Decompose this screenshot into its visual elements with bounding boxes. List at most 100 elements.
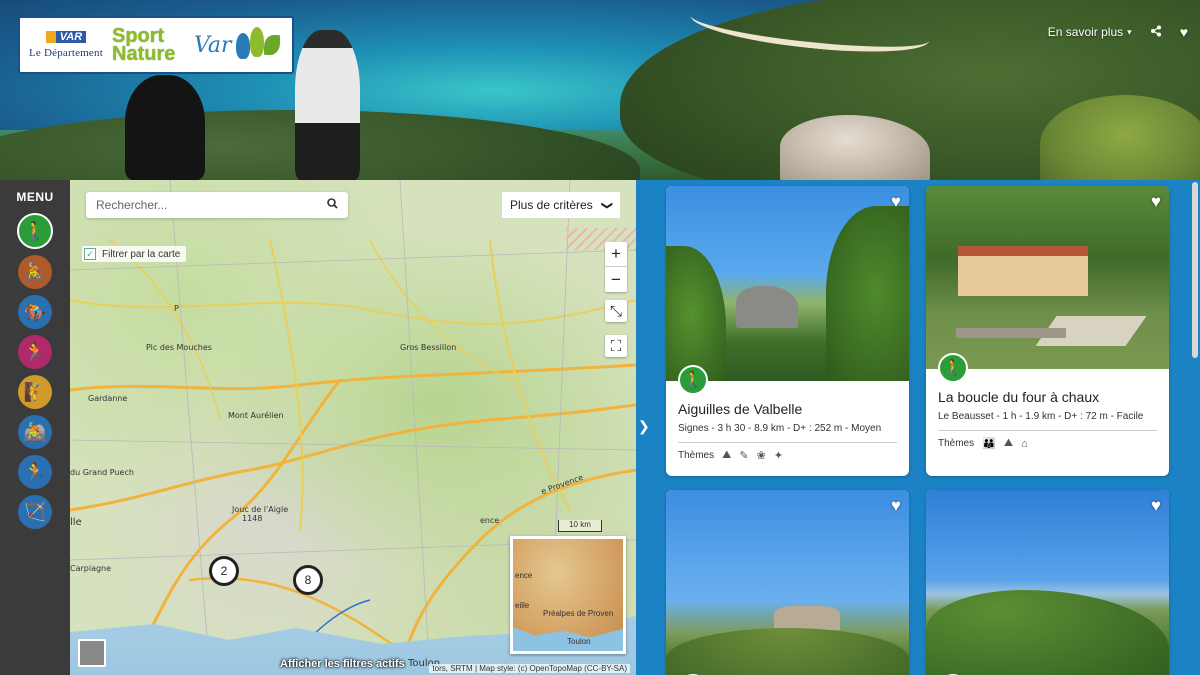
trail-themes: Thèmes 👪 ⛰ ⌂ [938,430,1157,450]
place-label: ence [480,516,500,525]
trail-card-body: Aiguilles de Valbelle Signes - 3 h 30 - … [666,381,909,470]
minimap-label: Toulon [567,637,591,646]
theme-water-icon: ✦ [773,450,784,462]
trail-card[interactable]: ♥ 🚶 [926,490,1169,675]
photo-tree [826,206,909,381]
photo-rock [736,286,798,328]
photo-trees [926,590,1169,675]
favorite-heart-icon[interactable]: ♥ [1151,496,1161,516]
banner-person-seated [125,75,205,180]
favorite-heart-icon[interactable]: ♥ [1151,192,1161,212]
theme-landscape-icon: ⛰ [1003,437,1014,449]
trail-photo: ♥ 🚶 [666,490,909,675]
place-label: Gros Bessillon [400,343,457,352]
trail-meta: Le Beausset - 1 h - 1.9 km - D+ : 72 m -… [938,411,1144,422]
activity-cycling-road-icon[interactable]: 🚴 [18,255,52,289]
favorite-heart-icon[interactable]: ♥ [891,496,901,516]
trail-photo: ♥ 🚶 [926,186,1169,383]
trail-card-body: La boucle du four à chaux Le Beausset - … [926,369,1169,458]
filter-by-map[interactable]: ✓ Filtrer par la carte [82,246,187,262]
zoom-out-button[interactable]: − [605,267,627,292]
activity-running-icon[interactable]: 🏃 [18,455,52,489]
var-badge: VAR [45,31,87,43]
fit-bounds-icon[interactable]: ⤡ [605,300,627,322]
map-attribution: tors, SRTM | Map style: (c) OpenTopoMap … [429,664,630,673]
activity-trail-running-icon[interactable]: 🏃 [18,335,52,369]
map-collapse-handle[interactable]: ❯ [636,180,652,675]
results-scrollbar[interactable] [1192,182,1198,358]
search-box [86,192,348,218]
results-panel: ♥ 🚶 Aiguilles de Valbelle Signes - 3 h 3… [652,180,1200,675]
header-banner: VAR Le Département Sport Nature Var En s… [0,0,1200,180]
filter-by-map-checkbox[interactable]: ✓ [84,248,96,260]
photo-hill [666,628,909,675]
photo-rock [774,606,840,630]
activity-archery-icon[interactable]: 🏹 [18,495,52,529]
trail-themes: Thèmes ⛰ ✎ ❀ ✦ [678,442,897,462]
place-label: P [174,304,179,313]
theme-heritage-icon: ⌂ [1021,437,1028,450]
themes-label: Thèmes [938,438,975,449]
place-label: Jouc de l'Aigle [232,505,289,514]
minimap-label: Préalpes de Proven [543,609,614,618]
place-label: Pic des Mouches [146,343,212,352]
site-logo[interactable]: VAR Le Département Sport Nature Var [18,16,294,74]
photo-house [958,246,1088,296]
zoom-in-button[interactable]: + [605,242,627,267]
favorites-heart-icon[interactable]: ♥ [1180,24,1188,40]
trail-photo: ♥ 🚶 [666,186,909,395]
more-info-link[interactable]: En savoir plus ▾ [1048,25,1132,39]
theme-fauna-icon: ✎ [739,450,749,462]
minimap-label: eille [515,601,530,610]
theme-landscape-icon: ⛰ [722,449,732,461]
minimap[interactable]: ence eille Préalpes de Proven Toulon [510,536,626,654]
search-input[interactable] [96,198,327,212]
search-icon[interactable] [327,198,338,212]
activity-climbing-icon[interactable]: 🧗 [18,375,52,409]
photo-wall [956,328,1066,338]
more-criteria-button[interactable]: Plus de critères ❯ [502,192,620,218]
theme-family-icon: 👪 [982,438,996,450]
caret-down-icon: ▾ [1127,26,1132,37]
place-label: Carpiagne [70,564,112,573]
zoom-controls: + − [605,242,627,292]
brand-var: Var [194,32,232,58]
layers-toggle-button[interactable] [78,639,106,667]
department-text: Le Département [29,47,103,59]
trail-meta: Signes - 3 h 30 - 8.9 km - D+ : 252 m - … [678,423,882,434]
favorite-heart-icon[interactable]: ♥ [891,192,901,212]
map-cluster-marker[interactable]: 2 [209,556,239,586]
map-scale: 10 km [558,520,602,532]
fullscreen-icon[interactable]: ⛶ [605,335,627,357]
trail-card[interactable]: ♥ 🚶 [666,490,909,675]
activity-hiking-icon[interactable]: 🚶 [17,213,53,249]
more-info-label: En savoir plus [1047,25,1124,39]
map-cluster-marker[interactable]: 8 [293,565,323,595]
trail-card[interactable]: ♥ 🚶 La boucle du four à chaux Le Beausse… [926,186,1169,476]
brand-name: Sport Nature [112,26,192,65]
photo-tree [666,246,726,381]
place-label: du Grand Puech [70,468,134,477]
show-active-filters-link[interactable]: Afficher les filtres actifs [280,658,405,670]
minimap-label: ence [515,571,533,580]
hiking-badge-icon: 🚶 [938,353,968,383]
filter-by-map-label: Filtrer par la carte [102,248,181,260]
activity-horse-riding-icon[interactable]: 🏇 [18,295,52,329]
themes-label: Thèmes [678,450,715,461]
trail-photo: ♥ 🚶 [926,490,1169,675]
department-logo: VAR Le Département [20,18,112,72]
chevron-right-icon[interactable]: ❯ [638,418,650,435]
chevron-down-icon: ❯ [600,200,613,210]
activity-mountain-bike-icon[interactable]: 🚵 [18,415,52,449]
place-label: Mont Aurélien [228,411,284,420]
more-criteria-label: Plus de critères [510,198,593,212]
place-label: Gardanne [88,394,128,403]
brand-line-2: Nature [112,43,176,65]
hiking-badge-icon: 🚶 [678,365,708,395]
top-actions: En savoir plus ▾ ♥ [1048,24,1200,40]
banner-person-standing [295,30,360,180]
map-panel[interactable]: Pic des Mouches Gros Bessillon Gardanne … [70,180,636,675]
share-icon[interactable] [1150,24,1162,40]
brand-figures-icon [232,23,284,67]
trail-card[interactable]: ♥ 🚶 Aiguilles de Valbelle Signes - 3 h 3… [666,186,909,476]
